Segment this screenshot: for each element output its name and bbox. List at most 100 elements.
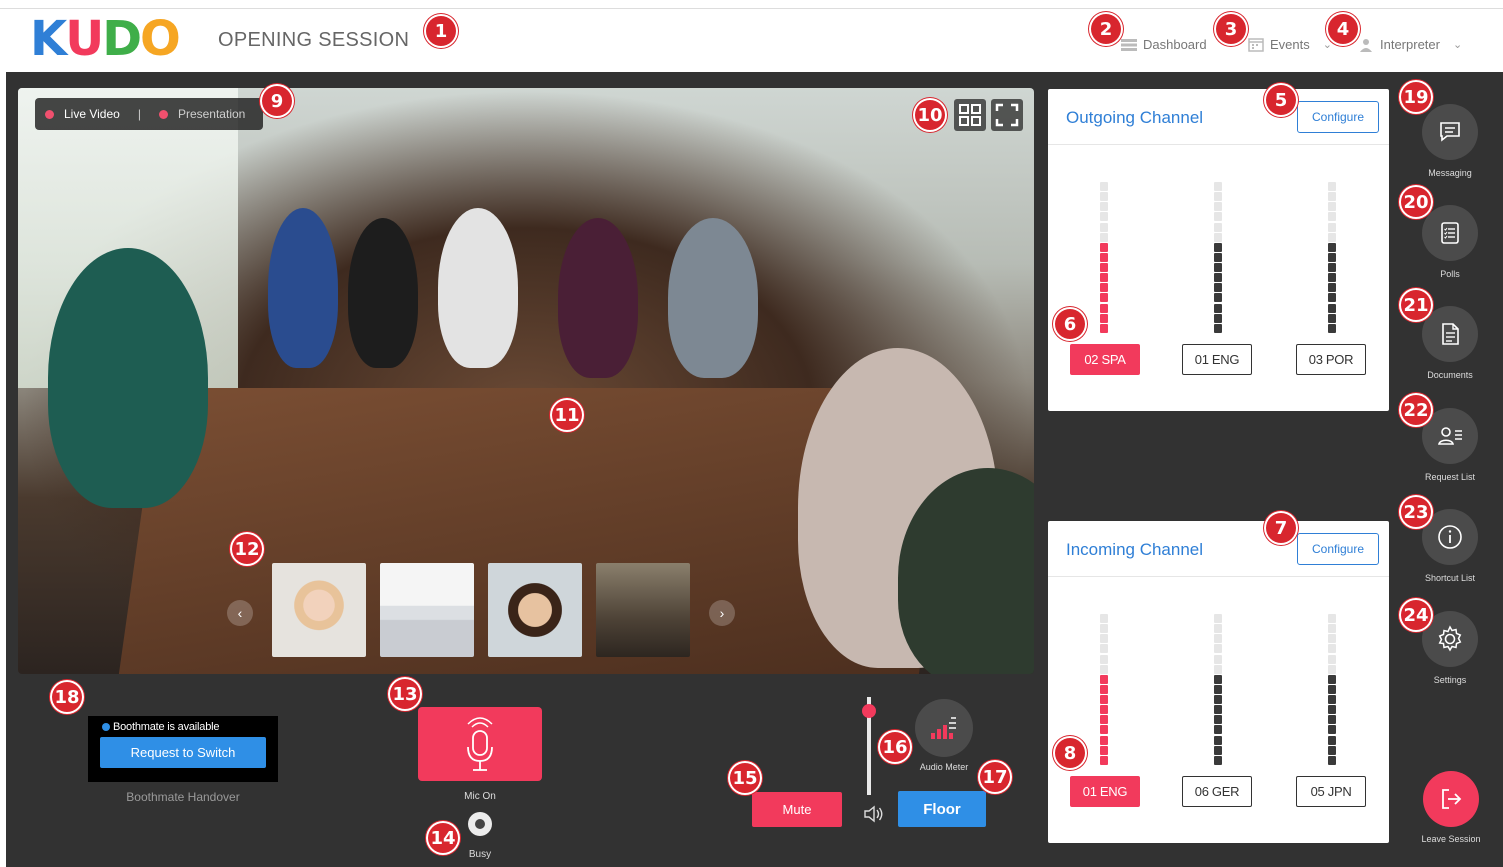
meter-segment [1100, 263, 1108, 273]
carousel-prev-button[interactable]: ‹ [227, 600, 253, 626]
audio-meter-button[interactable] [915, 699, 973, 757]
documents-button[interactable] [1422, 306, 1478, 362]
outgoing-meter-por [1328, 182, 1336, 334]
callout-badge: 9 [260, 84, 294, 118]
meter-segment [1328, 242, 1336, 252]
callout-badge: 8 [1053, 736, 1087, 770]
callout-badge: 1 [424, 14, 458, 48]
fullscreen-button[interactable] [991, 99, 1023, 131]
callout-badge: 12 [230, 532, 264, 566]
meter-segment [1328, 303, 1336, 313]
callout-badge: 23 [1399, 495, 1433, 529]
outgoing-channel-spa[interactable]: 02 SPA [1070, 344, 1140, 375]
callout-badge: 17 [978, 760, 1012, 794]
sidebar-item-documents[interactable]: Documents [1420, 306, 1480, 380]
video-source-toggle[interactable]: Live Video | Presentation [35, 98, 263, 130]
mic-on-button[interactable] [418, 707, 542, 781]
mute-button[interactable]: Mute [752, 792, 842, 827]
presentation-dot-icon [158, 109, 168, 119]
sidebar-item-label: Documents [1427, 370, 1473, 380]
meter-segment [1328, 715, 1336, 725]
exit-icon [1442, 789, 1462, 809]
messaging-button[interactable] [1422, 104, 1478, 160]
top-header: KUDO OPENING SESSION Dashboard Events ⌄ … [0, 8, 1503, 72]
sidebar-item-label: Shortcut List [1424, 573, 1476, 583]
panel-header: Incoming Channel Configure [1048, 521, 1389, 577]
volume-slider-handle[interactable] [862, 704, 876, 718]
sidebar-item-messaging[interactable]: Messaging [1420, 104, 1480, 178]
carousel-next-button[interactable]: › [709, 600, 735, 626]
meter-segment [1214, 212, 1222, 222]
meter-segment [1100, 303, 1108, 313]
meter-segment [1214, 634, 1222, 644]
callout-badge: 6 [1053, 307, 1087, 341]
grid-icon [959, 104, 981, 126]
callout-badge: 14 [426, 821, 460, 855]
polls-button[interactable] [1422, 205, 1478, 261]
floor-button[interactable]: Floor [898, 791, 986, 827]
meter-segment [1100, 252, 1108, 262]
callout-badge: 16 [878, 730, 912, 764]
outgoing-configure-button[interactable]: Configure [1297, 101, 1379, 133]
user-icon [1360, 38, 1372, 52]
logo-letter: K [30, 11, 67, 67]
incoming-channel-panel: Incoming Channel Configure 01 ENG 06 GER… [1048, 521, 1389, 843]
incoming-configure-button[interactable]: Configure [1297, 533, 1379, 565]
callout-badge: 10 [913, 98, 947, 132]
presentation-option[interactable]: Presentation [178, 107, 245, 121]
meter-segment [1328, 252, 1336, 262]
live-video-option[interactable]: Live Video [64, 107, 120, 121]
meter-segment [1100, 232, 1108, 242]
session-title: OPENING SESSION [218, 29, 410, 51]
participant-thumbnail[interactable] [272, 563, 366, 657]
incoming-channel-ger[interactable]: 06 GER [1182, 776, 1252, 807]
audio-meter-label: Audio Meter [919, 762, 969, 772]
nav-events[interactable]: Events ⌄ [1247, 37, 1332, 52]
meter-segment [1100, 273, 1108, 283]
meter-segment [1328, 725, 1336, 735]
participant-thumbnail[interactable] [596, 563, 690, 657]
callout-badge: 11 [550, 398, 584, 432]
panel-header: Outgoing Channel Configure [1048, 89, 1389, 145]
request-to-switch-button[interactable]: Request to Switch [100, 737, 266, 768]
audio-meter-icon [931, 717, 956, 739]
meter-segment [1214, 684, 1222, 694]
callout-badge: 22 [1399, 393, 1433, 427]
outgoing-channel-por[interactable]: 03 POR [1296, 344, 1366, 375]
outgoing-meter-eng [1214, 182, 1222, 334]
outgoing-channel-eng[interactable]: 01 ENG [1182, 344, 1252, 375]
nav-dashboard[interactable]: Dashboard [1120, 37, 1207, 52]
leave-session-button[interactable] [1423, 771, 1479, 827]
logo-letter: D [102, 11, 142, 67]
toggle-separator: | [137, 107, 141, 121]
info-icon [1438, 525, 1462, 549]
grid-view-button[interactable] [954, 99, 986, 131]
meter-segment [1214, 273, 1222, 283]
sidebar-item-label: Settings [1433, 675, 1467, 685]
boothmate-status-text: Boothmate is available [113, 721, 220, 733]
participant-thumbnail[interactable] [380, 563, 474, 657]
meter-segment [1214, 705, 1222, 715]
meter-segment [1100, 755, 1108, 765]
fullscreen-icon [995, 103, 1019, 127]
meter-segment [1214, 644, 1222, 654]
nav-interpreter[interactable]: Interpreter ⌄ [1357, 37, 1462, 52]
meter-segment [1328, 684, 1336, 694]
meter-segment [1328, 634, 1336, 644]
meter-segment [1100, 715, 1108, 725]
meter-segment [1100, 182, 1108, 191]
busy-toggle[interactable] [468, 812, 492, 836]
live-dot-icon [45, 109, 54, 119]
boothmate-status: Boothmate is available [102, 721, 219, 733]
meter-segment [1214, 654, 1222, 664]
meter-segment [1328, 202, 1336, 212]
outgoing-meter-spa [1100, 182, 1108, 334]
meter-segment [1328, 745, 1336, 755]
participant-thumbnail[interactable] [488, 563, 582, 657]
callout-badge: 13 [388, 677, 422, 711]
nav-label: Dashboard [1143, 37, 1207, 52]
incoming-channel-jpn[interactable]: 05 JPN [1296, 776, 1366, 807]
meter-segment [1214, 182, 1222, 191]
sidebar-item-polls[interactable]: Polls [1420, 205, 1480, 279]
incoming-channel-eng[interactable]: 01 ENG [1070, 776, 1140, 807]
